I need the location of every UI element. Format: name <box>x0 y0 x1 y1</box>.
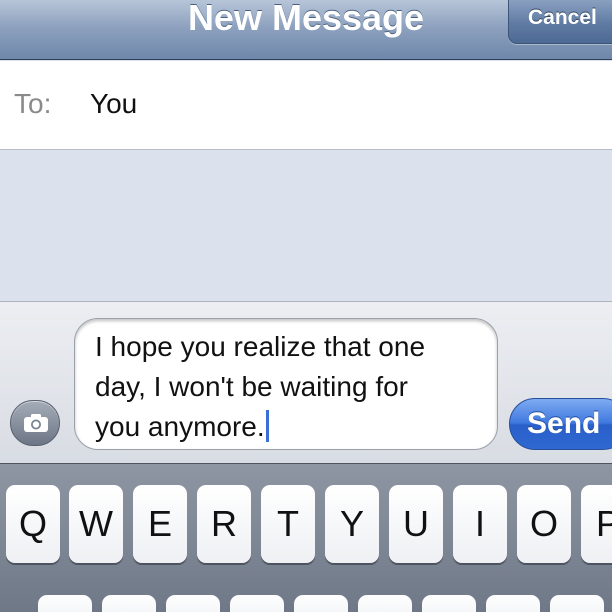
keyboard-key[interactable] <box>550 595 604 612</box>
new-message-screen: New Message Cancel To: You I hope you re… <box>0 0 612 612</box>
keyboard-key[interactable] <box>358 595 412 612</box>
keyboard-key[interactable] <box>294 595 348 612</box>
key-i[interactable]: I <box>453 485 507 563</box>
key-e[interactable]: E <box>133 485 187 563</box>
to-label: To: <box>14 88 52 119</box>
keyboard-key[interactable] <box>38 595 92 612</box>
keyboard-key[interactable] <box>102 595 156 612</box>
key-t[interactable]: T <box>261 485 315 563</box>
key-p[interactable]: P <box>581 485 612 563</box>
camera-button[interactable] <box>10 400 60 446</box>
keyboard-key[interactable] <box>166 595 220 612</box>
recipient-name[interactable]: You <box>90 88 137 120</box>
key-q[interactable]: Q <box>6 485 60 563</box>
message-input[interactable]: I hope you realize that one day, I won't… <box>74 318 498 450</box>
conversation-area <box>0 151 612 301</box>
message-line: I hope you realize that one <box>95 331 426 362</box>
cancel-button[interactable]: Cancel <box>508 0 612 44</box>
keyboard-key[interactable] <box>486 595 540 612</box>
key-y[interactable]: Y <box>325 485 379 563</box>
send-button[interactable]: Send <box>509 398 612 450</box>
key-r[interactable]: R <box>197 485 251 563</box>
keyboard-key[interactable] <box>230 595 284 612</box>
message-line: you anymore. <box>95 411 265 442</box>
key-o[interactable]: O <box>517 485 571 563</box>
text-cursor <box>265 410 269 442</box>
key-u[interactable]: U <box>389 485 443 563</box>
key-w[interactable]: W <box>69 485 123 563</box>
camera-icon <box>24 414 48 432</box>
message-line: day, I won't be waiting for <box>95 371 408 402</box>
keyboard-key[interactable] <box>422 595 476 612</box>
